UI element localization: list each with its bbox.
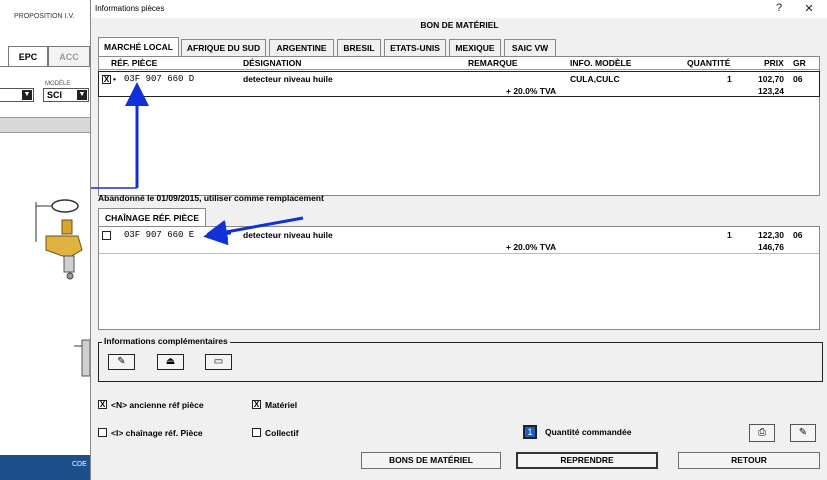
column-designation: DÉSIGNATION xyxy=(243,58,302,68)
tab-bresil[interactable]: BRESIL xyxy=(337,39,381,56)
tab-saic-vw[interactable]: SAIC VW xyxy=(504,39,556,56)
dialog-title: Informations pièces xyxy=(95,4,165,13)
tab-marche-local[interactable]: MARCHÉ LOCAL xyxy=(98,37,179,57)
tab-argentine[interactable]: ARGENTINE xyxy=(269,39,334,56)
title-bar xyxy=(91,0,827,18)
part-tva-label: + 20.0% TVA xyxy=(506,86,557,96)
part-quantite: 1 xyxy=(727,74,732,84)
tab-etats-unis[interactable]: ETATS-UNIS xyxy=(384,39,446,56)
display-button[interactable]: ▭ xyxy=(205,354,232,370)
tab-epc[interactable]: EPC xyxy=(8,46,48,67)
annotation-arrow-2 xyxy=(207,216,304,240)
import-button[interactable]: ⏏ xyxy=(157,354,184,370)
pencil-icon: ✎ xyxy=(117,356,126,367)
help-button[interactable]: ? xyxy=(769,2,789,14)
part-prix: 102,70 xyxy=(758,74,784,84)
materiel-checkbox[interactable]: X xyxy=(252,400,261,409)
parts-info-dialog: Informations pièces ? ✕ BON DE MATÉRIEL … xyxy=(90,0,827,480)
chevron-down-icon: ▼ xyxy=(77,90,87,100)
edit-icon: ✎ xyxy=(798,427,808,438)
column-ref: RÉF. PIÈCE xyxy=(111,58,158,68)
part-prix-ttc: 123,24 xyxy=(758,86,784,96)
info-complementaires-label: Informations complémentaires xyxy=(102,336,230,346)
background-strip xyxy=(0,117,90,133)
part-prix-ttc: 146,76 xyxy=(758,242,784,252)
quantity-label: Quantité commandée xyxy=(545,427,632,437)
reprendre-button[interactable]: REPRENDRE xyxy=(516,452,658,469)
tray-icon: ⏏ xyxy=(165,356,176,367)
tab-mexique[interactable]: MEXIQUE xyxy=(449,39,501,56)
part-gr: 06 xyxy=(793,74,803,84)
left-select[interactable]: ▼ xyxy=(0,88,34,102)
part-quantite: 1 xyxy=(727,230,732,240)
modele-value: SCI xyxy=(47,90,63,100)
print-button[interactable]: ⎙ xyxy=(749,424,775,442)
column-remarque: REMARQUE xyxy=(468,58,518,68)
tab-acc[interactable]: ACC xyxy=(48,46,90,67)
part-prix: 122,30 xyxy=(758,230,784,240)
ancienne-ref-label: <N> ancienne réf pièce xyxy=(111,400,204,410)
column-prix: PRIX xyxy=(764,58,784,68)
chainage-ref-label: <I> chaînage réf. Pièce xyxy=(111,428,203,438)
retour-button[interactable]: RETOUR xyxy=(678,452,820,469)
edit-note-button[interactable]: ✎ xyxy=(108,354,135,370)
header-divider xyxy=(99,69,819,70)
part-tva-label: + 20.0% TVA xyxy=(506,242,557,252)
dialog-header: BON DE MATÉRIEL xyxy=(91,18,827,36)
materiel-label: Matériel xyxy=(265,400,298,410)
chevron-down-icon: ▼ xyxy=(22,90,32,100)
column-info-modele: INFO. MODÈLE xyxy=(570,58,632,68)
collectif-checkbox[interactable] xyxy=(252,428,261,437)
status-bar-label: CDE xyxy=(72,461,87,468)
tab-afrique-du-sud[interactable]: AFRIQUE DU SUD xyxy=(181,39,266,56)
printer-icon: ⎙ xyxy=(758,427,766,438)
modele-select[interactable]: SCI ▼ xyxy=(43,88,89,102)
part-info-modele: CULA,CULC xyxy=(570,74,620,84)
bons-de-materiel-button[interactable]: BONS DE MATÉRIEL xyxy=(361,452,501,469)
connector-illustration xyxy=(74,339,90,377)
background-app-title: PROPOSITION I.V. xyxy=(14,13,75,20)
edit-button[interactable]: ✎ xyxy=(790,424,816,442)
close-button[interactable]: ✕ xyxy=(799,2,819,15)
part-designation: detecteur niveau huile xyxy=(243,74,333,84)
part-illustration xyxy=(35,199,83,280)
quantity-input[interactable]: 1 xyxy=(523,425,537,439)
part-gr: 06 xyxy=(793,230,803,240)
column-gr: GR xyxy=(793,58,806,68)
chainage-ref-checkbox[interactable] xyxy=(98,428,107,437)
column-quantite: QUANTITÉ xyxy=(687,58,731,68)
modele-label: MODÈLE xyxy=(45,81,71,87)
row-divider xyxy=(99,253,819,254)
tab-divider xyxy=(0,66,90,67)
ancienne-ref-checkbox[interactable]: X xyxy=(98,400,107,409)
screen-icon: ▭ xyxy=(213,356,224,367)
collectif-label: Collectif xyxy=(265,428,299,438)
